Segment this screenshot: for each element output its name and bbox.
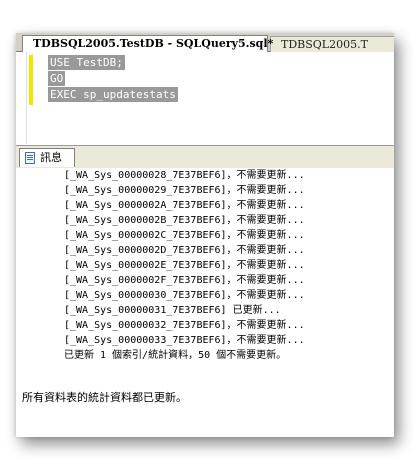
change-tracking-bar: [29, 55, 33, 105]
ssms-query-window: TDBSQL2005.TestDB - SQLQuery5.sql* TDBSQ…: [16, 33, 394, 437]
message-line: [_WA_Sys_00000031_7E37BEF6] 已更新...: [64, 305, 281, 316]
tab-messages-label: 訊息: [40, 151, 62, 164]
code-line-2[interactable]: GO: [48, 71, 66, 86]
message-line: [_WA_Sys_00000028_7E37BEF6]，不需要更新...: [64, 170, 305, 181]
message-line: [_WA_Sys_0000002B_7E37BEF6]，不需要更新...: [64, 215, 305, 226]
message-line: [_WA_Sys_00000030_7E37BEF6]，不需要更新...: [64, 290, 305, 301]
message-line: [_WA_Sys_0000002E_7E37BEF6]，不需要更新...: [64, 260, 305, 271]
message-line: [_WA_Sys_00000032_7E37BEF6]，不需要更新...: [64, 320, 305, 331]
code-line-1[interactable]: USE TestDB;: [48, 55, 125, 70]
code-line-3[interactable]: EXEC sp_updatestats: [48, 87, 178, 102]
completion-message: 所有資料表的統計資料都已更新。: [22, 391, 187, 404]
message-line: [_WA_Sys_00000029_7E37BEF6]，不需要更新...: [64, 185, 305, 196]
tab-sqlquery5[interactable]: TDBSQL2005.TestDB - SQLQuery5.sql*: [22, 35, 273, 52]
message-line: [_WA_Sys_00000033_7E37BEF6]，不需要更新...: [64, 335, 305, 346]
query-editor[interactable]: USE TestDB; GO EXEC sp_updatestats ◀: [16, 52, 394, 161]
messages-pane[interactable]: [_WA_Sys_00000028_7E37BEF6]，不需要更新... [_W…: [16, 168, 394, 437]
tab-messages[interactable]: 訊息: [19, 148, 75, 167]
tab-second-query[interactable]: TDBSQL2005.T: [270, 36, 394, 53]
message-line: [_WA_Sys_0000002D_7E37BEF6]，不需要更新...: [64, 245, 305, 256]
message-icon: [25, 152, 35, 164]
message-line: [_WA_Sys_0000002F_7E37BEF6]，不需要更新...: [64, 275, 305, 286]
update-summary: 已更新 1 個索引/統計資料，50 個不需要更新。: [64, 350, 287, 361]
document-tab-strip: TDBSQL2005.TestDB - SQLQuery5.sql* TDBSQ…: [16, 33, 394, 53]
message-line: [_WA_Sys_0000002A_7E37BEF6]，不需要更新...: [64, 200, 305, 211]
message-line: [_WA_Sys_0000002C_7E37BEF6]，不需要更新...: [64, 230, 305, 241]
editor-gutter: [16, 52, 27, 144]
results-tab-bar: 訊息: [16, 145, 394, 169]
